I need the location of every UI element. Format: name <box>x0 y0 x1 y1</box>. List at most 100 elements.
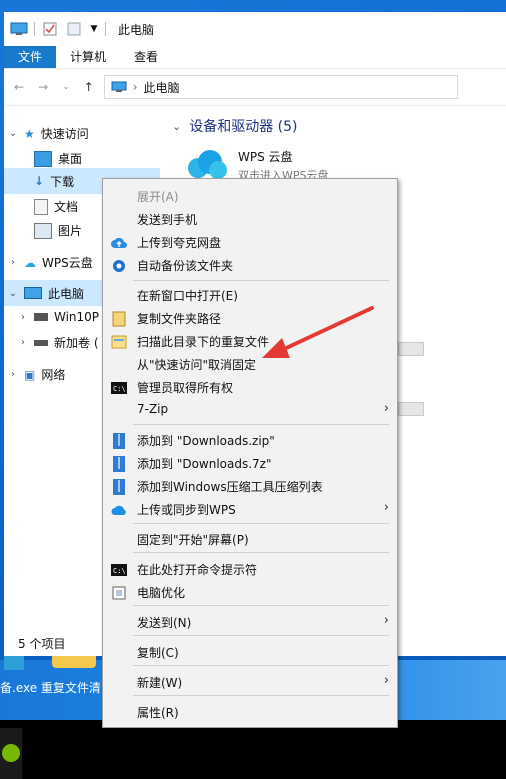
menu-item[interactable]: 复制(C) <box>103 641 397 664</box>
menu-item[interactable]: 上传或同步到WPS › <box>103 498 397 521</box>
network-icon: ▣ <box>24 367 36 382</box>
scan-icon <box>111 334 127 350</box>
wps-cloud-icon <box>188 150 227 179</box>
document-icon <box>34 198 48 215</box>
nav-drive-new-volume[interactable]: › 新加卷 ( <box>18 334 99 351</box>
menu-item[interactable]: 添加到Windows压缩工具压缩列表 <box>103 475 397 498</box>
menu-item[interactable]: 发送到(N) › <box>103 611 397 634</box>
nav-label: WPS云盘 <box>42 256 93 270</box>
submenu-chevron-right-icon: › <box>383 500 389 515</box>
star-icon: ★ <box>24 126 35 141</box>
nav-network[interactable]: › ▣ 网络 <box>8 366 65 383</box>
context-menu: 展开(A) 发送到手机 上传到夸克网盘自动备份该文件夹 在新窗口中打开(E) 复制文件夹… <box>102 178 398 728</box>
cmd-icon: C:\ <box>111 380 127 396</box>
nav-wps-cloud[interactable]: › ☁ WPS云盘 <box>8 254 93 271</box>
nav-drive-win10[interactable]: › Win10P <box>18 310 99 324</box>
menu-separator <box>133 605 389 606</box>
computer-icon <box>24 287 42 299</box>
chevron-right-icon[interactable]: › <box>18 312 28 323</box>
menu-item-label: 发送到(N) <box>137 616 192 630</box>
menu-item[interactable]: 发送到手机 <box>103 208 397 231</box>
drive-icon <box>34 313 48 321</box>
menu-item-label: 属性(R) <box>137 706 179 720</box>
nvidia-icon[interactable] <box>0 728 22 779</box>
address-input[interactable]: › 此电脑 <box>103 75 458 99</box>
computer-icon <box>111 81 127 92</box>
menu-item[interactable]: 电脑优化 <box>103 581 397 604</box>
section-header-devices[interactable]: ⌄ 设备和驱动器 (5) <box>172 116 298 136</box>
menu-separator <box>133 665 389 666</box>
menu-item[interactable]: 添加到 "Downloads.zip" <box>103 429 397 452</box>
chevron-right-icon[interactable]: › <box>18 337 28 348</box>
tab-file[interactable]: 文件 <box>4 46 57 68</box>
menu-item[interactable]: 固定到"开始"屏幕(P) <box>103 528 397 551</box>
menu-item[interactable]: 自动备份该文件夹 <box>103 254 397 277</box>
nav-item-pictures[interactable]: 图片 <box>34 222 82 239</box>
nav-item-desktop[interactable]: 桌面 <box>34 150 82 167</box>
breadcrumb[interactable]: 此电脑 <box>144 79 180 96</box>
cloud-icon: ☁ <box>24 255 36 270</box>
menu-item-label: 在新窗口中打开(E) <box>137 289 238 303</box>
menu-item[interactable]: 上传到夸克网盘 <box>103 231 397 254</box>
menu-item-label: 添加到 "Downloads.7z" <box>137 457 272 471</box>
title-bar: ▼ 此电脑 <box>4 12 506 46</box>
back-arrow-icon[interactable]: ← <box>14 80 24 94</box>
menu-item-label: 管理员取得所有权 <box>137 381 234 395</box>
menu-item-label: 自动备份该文件夹 <box>137 259 234 273</box>
new-folder-icon[interactable] <box>65 22 83 36</box>
breadcrumb-separator-icon: › <box>132 80 138 94</box>
optimize-icon <box>111 585 127 601</box>
menu-item[interactable]: 从"快速访问"取消固定 <box>103 353 397 376</box>
menu-item-label: 复制(C) <box>137 646 179 660</box>
picture-icon <box>34 222 52 239</box>
tab-computer[interactable]: 计算机 <box>56 46 120 68</box>
nav-item-documents[interactable]: 文档 <box>34 198 78 215</box>
menu-item-label: 扫描此目录下的重复文件 <box>137 335 270 349</box>
tab-view[interactable]: 查看 <box>120 46 172 68</box>
nav-label: 此电脑 <box>48 286 85 301</box>
forward-arrow-icon[interactable]: → <box>38 80 48 94</box>
svg-text:C:\: C:\ <box>113 385 126 393</box>
nav-label: 快速访问 <box>40 127 89 141</box>
chevron-down-icon[interactable]: ⌄ <box>172 120 181 133</box>
menu-separator <box>133 552 389 553</box>
menu-item[interactable]: 展开(A) <box>103 185 397 208</box>
status-bar-count: 5 个项目 <box>18 637 66 651</box>
menu-item-label: 上传或同步到WPS <box>137 503 236 517</box>
submenu-chevron-right-icon: › <box>383 673 389 688</box>
nav-label: 下载 <box>50 174 75 189</box>
menu-separator <box>133 280 389 281</box>
submenu-chevron-right-icon: › <box>383 613 389 628</box>
chevron-right-icon[interactable]: › <box>8 257 18 268</box>
ribbon-tabs: 文件 计算机 查看 <box>4 46 506 69</box>
properties-icon[interactable] <box>41 22 59 36</box>
menu-item[interactable]: 新建(W) › <box>103 671 397 694</box>
menu-item-label: 复制文件夹路径 <box>137 312 222 326</box>
up-arrow-icon[interactable]: ↑ <box>84 80 94 94</box>
copy-path-icon <box>111 311 127 327</box>
menu-item[interactable]: 在新窗口中打开(E) <box>103 284 397 307</box>
menu-item-label: 添加到 "Downloads.zip" <box>137 434 275 448</box>
menu-separator <box>133 635 389 636</box>
desktop-icon-labels[interactable]: 备.exe 重复文件清 <box>0 679 101 696</box>
menu-item[interactable]: 扫描此目录下的重复文件 <box>103 330 397 353</box>
chevron-right-icon[interactable]: › <box>8 369 18 380</box>
menu-item[interactable]: 复制文件夹路径 <box>103 307 397 330</box>
nav-label: 桌面 <box>58 152 83 166</box>
menu-item[interactable]: C:\ 管理员取得所有权 <box>103 376 397 399</box>
cmd-icon: C:\ <box>111 562 127 578</box>
cloud-upload-icon <box>111 235 127 251</box>
menu-separator <box>133 523 389 524</box>
menu-item[interactable]: 7-Zip › <box>103 399 397 422</box>
quick-access-dropdown-icon[interactable]: ▼ <box>89 22 99 36</box>
nav-label: Win10P <box>54 310 100 324</box>
address-bar: ← → ⌄ ↑ › 此电脑 <box>4 69 506 106</box>
recent-dropdown-icon[interactable]: ⌄ <box>62 82 70 92</box>
chevron-down-icon[interactable]: ⌄ <box>8 288 18 299</box>
menu-item[interactable]: C:\ 在此处打开命令提示符 <box>103 558 397 581</box>
wps-cloud-icon <box>111 502 127 518</box>
chevron-down-icon[interactable]: ⌄ <box>8 128 18 139</box>
nav-quick-access[interactable]: ⌄ ★ 快速访问 <box>8 125 89 142</box>
menu-item[interactable]: 属性(R) <box>103 701 397 724</box>
menu-item[interactable]: 添加到 "Downloads.7z" <box>103 452 397 475</box>
